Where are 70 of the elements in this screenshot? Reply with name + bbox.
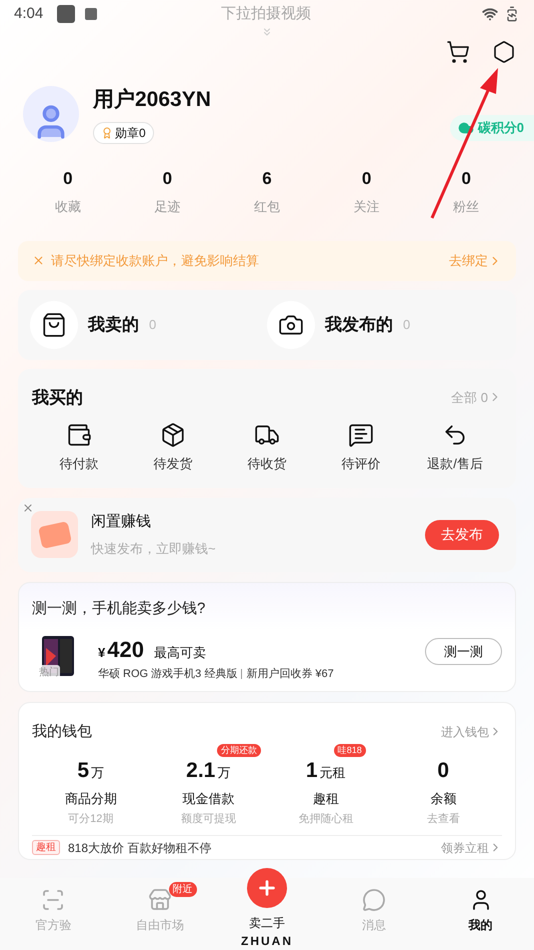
store-icon bbox=[148, 888, 172, 912]
wallet-item[interactable]: 0 余额 去查看 bbox=[384, 743, 502, 827]
rental-tag: 趣租 bbox=[32, 840, 60, 855]
chat-icon bbox=[362, 888, 386, 912]
wallet-value: 0 bbox=[437, 758, 450, 784]
wifi-icon bbox=[482, 6, 498, 22]
brand-wordmark: ZHUAN bbox=[240, 933, 293, 950]
wallet-item[interactable]: 哇818 1 元租 趣租 免押随心租 bbox=[267, 743, 384, 827]
chevron-down-icon bbox=[261, 26, 273, 38]
wallet-title: 我的钱包 bbox=[32, 722, 92, 742]
bag-icon bbox=[41, 312, 67, 338]
sell-tab[interactable]: 卖二手 ZHUAN bbox=[214, 868, 320, 950]
package-icon bbox=[160, 422, 186, 448]
estimate-button[interactable]: 测一测 bbox=[425, 638, 502, 665]
order-status-item[interactable]: 待发货 bbox=[126, 422, 220, 474]
wallet-value: 1 bbox=[306, 758, 318, 784]
nav-tab[interactable]: 附近 自由市场 bbox=[106, 878, 214, 950]
nav-tab[interactable]: 我的 bbox=[427, 878, 534, 950]
wallet-subtitle: 额度可提现 bbox=[180, 812, 236, 826]
promo-subtitle: 快速发布，立即赚钱~ bbox=[91, 540, 216, 558]
pull-hint: 下拉拍摄视频 bbox=[221, 4, 312, 24]
orders-title: 我买的 bbox=[32, 386, 83, 408]
wallet-value: 2.1 bbox=[186, 758, 216, 784]
nearby-badge: 附近 bbox=[168, 882, 197, 897]
currency-sign: ¥ bbox=[98, 644, 106, 662]
wallet-label: 趣租 bbox=[312, 790, 339, 808]
settings-icon[interactable] bbox=[492, 40, 516, 64]
app-notification-icon bbox=[57, 5, 76, 23]
close-icon[interactable] bbox=[32, 254, 45, 267]
cart-icon[interactable] bbox=[446, 40, 470, 64]
notice-text: 请尽快绑定收款账户，避免影响结算 bbox=[51, 252, 259, 270]
order-status-item[interactable]: 待收货 bbox=[220, 422, 314, 474]
coupon-text: 新用户回收券 ¥67 bbox=[246, 666, 334, 682]
wallet-subtitle: 去查看 bbox=[426, 812, 460, 826]
wallet-unit: 元租 bbox=[320, 764, 346, 782]
estimate-title: 测一测，手机能卖多少钱? bbox=[32, 600, 206, 616]
wallet-item[interactable]: 分期还款 2.1万 现金借款 额度可提现 bbox=[150, 743, 267, 827]
nav-label: 官方验 bbox=[35, 917, 72, 934]
product-name: 华硕 ROG 游戏手机3 经典版 bbox=[98, 666, 238, 682]
order-status-item[interactable]: 待付款 bbox=[32, 422, 126, 474]
promo-tag: 哇818 bbox=[334, 744, 366, 757]
wallet-item[interactable]: 5万 商品分期 可分12期 bbox=[32, 743, 150, 827]
nav-label: 我的 bbox=[468, 917, 493, 934]
selling-entry[interactable]: 我卖的 0 bbox=[30, 300, 267, 348]
promo-tag: 分期还款 bbox=[217, 744, 262, 757]
wallet-unit: 万 bbox=[217, 764, 230, 782]
message-icon bbox=[348, 422, 374, 448]
user-name: 用户2063YN bbox=[93, 86, 211, 113]
order-status-item[interactable]: 退款/售后 bbox=[408, 422, 502, 474]
promo-title: 闲置赚钱 bbox=[91, 512, 152, 532]
medal-badge[interactable]: 勋章0 bbox=[93, 122, 154, 144]
wallet-label: 余额 bbox=[430, 790, 456, 808]
publish-button[interactable]: 去发布 bbox=[425, 520, 499, 550]
status-time: 4:04 bbox=[14, 4, 44, 24]
nav-label: 消息 bbox=[362, 917, 386, 934]
close-icon[interactable] bbox=[22, 502, 34, 514]
selling-entry[interactable]: 我发布的 0 bbox=[267, 300, 504, 348]
order-status-item[interactable]: 待评价 bbox=[314, 422, 408, 474]
nav-label: 自由市场 bbox=[136, 917, 184, 934]
wallet-value: 5 bbox=[77, 758, 90, 784]
wallet-icon bbox=[66, 422, 92, 448]
wallet-unit: 万 bbox=[91, 764, 104, 782]
wallet-subtitle: 免押随心租 bbox=[298, 812, 354, 826]
price-note: 最高可卖 bbox=[154, 644, 206, 662]
wallet-label: 现金借款 bbox=[182, 790, 234, 808]
scan-icon bbox=[41, 888, 66, 912]
wallet-subtitle: 可分12期 bbox=[68, 812, 114, 826]
wallet-label: 商品分期 bbox=[64, 790, 117, 808]
rental-promo-text: 818大放价 百款好物租不停 bbox=[68, 840, 212, 856]
price-value: 420 bbox=[107, 636, 144, 664]
